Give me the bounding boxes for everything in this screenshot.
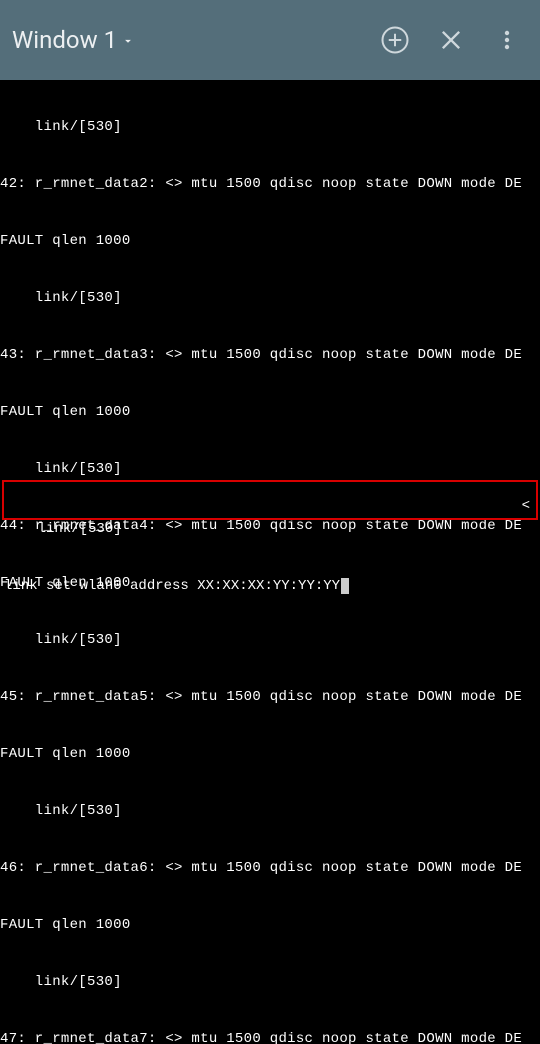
chevron-down-icon	[121, 26, 135, 54]
terminal-line: 42: r_rmnet_data2: <> mtu 1500 qdisc noo…	[0, 175, 540, 194]
command-text: link set wlan0 address XX:XX:XX:YY:YY:YY	[4, 578, 340, 594]
input-prev-line: link/[530]	[4, 520, 536, 539]
header-actions	[380, 25, 528, 55]
window-selector[interactable]: Window 1	[12, 26, 380, 54]
input-right-hint: <	[522, 497, 530, 516]
app-header: Window 1	[0, 0, 540, 80]
terminal-line: FAULT qlen 1000	[0, 403, 540, 422]
terminal-line: 47: r_rmnet_data7: <> mtu 1500 qdisc noo…	[0, 1030, 540, 1044]
terminal-line: FAULT qlen 1000	[0, 916, 540, 935]
terminal-line: FAULT qlen 1000	[0, 745, 540, 764]
terminal-line: 46: r_rmnet_data6: <> mtu 1500 qdisc noo…	[0, 859, 540, 878]
cursor-icon	[341, 578, 349, 594]
close-button[interactable]	[436, 25, 466, 55]
terminal-line: 43: r_rmnet_data3: <> mtu 1500 qdisc noo…	[0, 346, 540, 365]
command-input-line[interactable]: link set wlan0 address XX:XX:XX:YY:YY:YY	[4, 577, 536, 596]
terminal-line: 45: r_rmnet_data5: <> mtu 1500 qdisc noo…	[0, 688, 540, 707]
terminal-line: FAULT qlen 1000	[0, 232, 540, 251]
overflow-menu-button[interactable]	[492, 25, 522, 55]
terminal-line: link/[530]	[0, 973, 540, 992]
terminal-line: link/[530]	[0, 118, 540, 137]
command-input-area[interactable]: link/[530] link set wlan0 address XX:XX:…	[2, 480, 538, 520]
add-window-button[interactable]	[380, 25, 410, 55]
terminal-line: link/[530]	[0, 289, 540, 308]
terminal-line: link/[530]	[0, 460, 540, 479]
terminal-line: link/[530]	[0, 802, 540, 821]
window-title-text: Window 1	[12, 26, 117, 54]
